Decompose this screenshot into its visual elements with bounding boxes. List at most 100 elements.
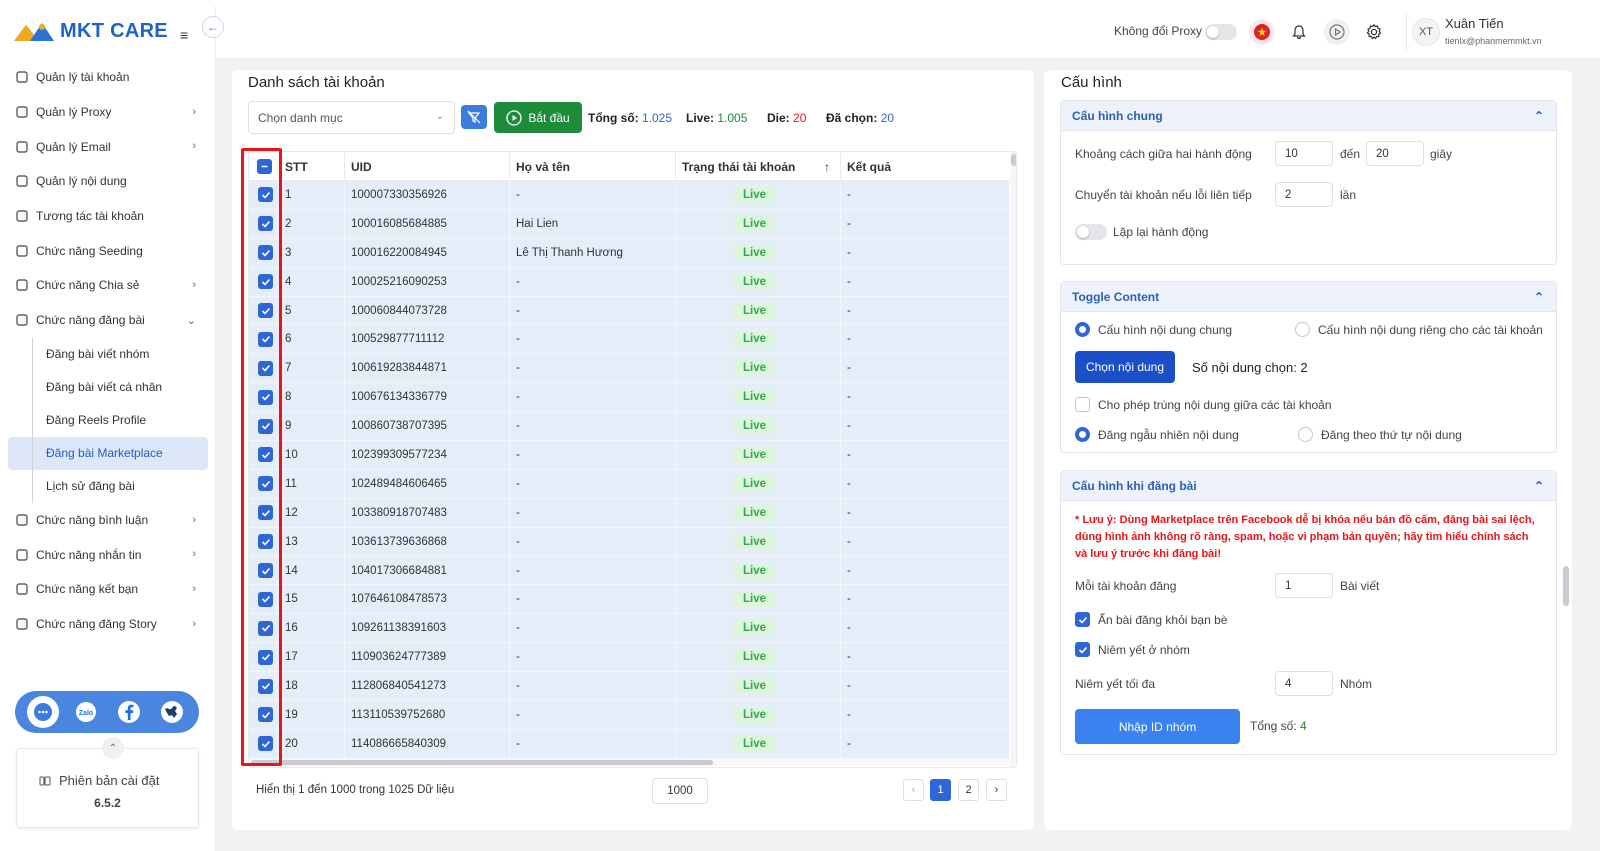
horizontal-scrollbar-thumb[interactable] <box>251 760 713 765</box>
table-row[interactable]: 13 103613739636868- Live - <box>249 527 1009 557</box>
table-row[interactable]: 2 100016085684885 Hai Lien Live - <box>249 209 1009 239</box>
general-config-header[interactable]: Cấu hình chung ⌃ <box>1061 101 1556 131</box>
collapse-sidebar-icon[interactable]: ← <box>202 16 224 38</box>
stat-selected: Đã chọn: 20 <box>826 111 895 125</box>
page-scrollbar-thumb[interactable] <box>1563 566 1569 606</box>
page-size-select[interactable]: 1000 <box>652 778 708 804</box>
avatar[interactable]: XT <box>1412 18 1440 46</box>
settings-gear-icon[interactable] <box>1361 19 1387 45</box>
column-status[interactable]: Trạng thái tài khoản ↑ <box>676 152 841 181</box>
sidebar-subitem[interactable]: Đăng Reels Profile <box>0 403 216 437</box>
table-row[interactable]: 12 103380918707483- Live - <box>249 498 1009 528</box>
sidebar-item[interactable]: Chức năng bình luận › <box>0 503 216 538</box>
delay-to-input[interactable]: 20 <box>1366 141 1424 166</box>
table-row[interactable]: 4 100025216090253- Live - <box>249 267 1009 297</box>
proxy-toggle[interactable] <box>1205 24 1237 40</box>
facebook-icon[interactable] <box>113 696 145 728</box>
next-page-button[interactable]: › <box>986 779 1007 801</box>
table-row[interactable]: 14 104017306684881- Live - <box>249 556 1009 586</box>
vertical-scrollbar-thumb[interactable] <box>1011 154 1016 166</box>
sidebar-item[interactable]: Quản lý Email › <box>0 129 216 164</box>
zalo-icon[interactable]: Zalo <box>70 696 102 728</box>
hide-from-friends-checkbox[interactable] <box>1075 612 1090 627</box>
globe-icon[interactable] <box>156 696 188 728</box>
sidebar-item[interactable]: Chức năng Seeding <box>0 233 216 268</box>
chevron-up-icon[interactable]: ⌃ <box>1534 479 1544 493</box>
table-row[interactable]: 3 100016220084945 Lê Thị Thanh Hương Live - <box>249 238 1009 268</box>
allow-duplicate-checkbox[interactable] <box>1075 397 1090 412</box>
sidebar-subitem[interactable]: Lịch sử đăng bài <box>0 469 216 503</box>
sort-arrow-icon[interactable]: ↑ <box>824 160 830 174</box>
repeat-toggle[interactable] <box>1075 224 1107 240</box>
table-row[interactable]: 19 113110539752680- Live - <box>249 701 1009 730</box>
delay-from-input[interactable]: 10 <box>1275 141 1333 166</box>
sidebar-subitem[interactable]: Đăng bài viết nhóm <box>0 337 216 371</box>
vertical-scrollbar[interactable] <box>1010 152 1016 767</box>
horizontal-scrollbar[interactable] <box>249 758 1009 766</box>
table-row[interactable]: 9 100860738707395- Live - <box>249 412 1009 442</box>
sidebar-subitem[interactable]: Đăng bài Marketplace <box>8 436 208 470</box>
import-group-ids-button[interactable]: Nhập ID nhóm <box>1075 709 1240 744</box>
cell-result: - <box>847 246 851 259</box>
chevron-up-icon[interactable]: ⌃ <box>1534 290 1544 304</box>
bell-icon[interactable] <box>1286 19 1312 45</box>
table-row[interactable]: 15 107646108478573- Live - <box>249 585 1009 615</box>
table-row[interactable]: 8 100676134336779- Live - <box>249 383 1009 413</box>
prev-page-button[interactable]: ‹ <box>903 779 924 801</box>
switch-account-input[interactable]: 2 <box>1275 182 1333 207</box>
chevron-up-icon[interactable]: ⌃ <box>102 737 124 759</box>
toggle-content-header[interactable]: Toggle Content ⌃ <box>1061 282 1556 312</box>
support-icon[interactable] <box>26 696 59 728</box>
sidebar-item[interactable]: Chức năng nhắn tin › <box>0 537 216 572</box>
column-result[interactable]: Kết quả <box>841 152 1009 181</box>
sidebar-item[interactable]: Quản lý tài khoản <box>0 60 216 95</box>
table-row[interactable]: 10 102399309577234- Live - <box>249 441 1009 470</box>
status-badge: Live <box>733 215 777 232</box>
table-row[interactable]: 16 109261138391603- Live - <box>249 614 1009 644</box>
sidebar-item[interactable]: Chức năng đăng bài ⌄ <box>0 303 216 338</box>
sidebar-item[interactable]: Chức năng Chia sẻ › <box>0 268 216 303</box>
common-content-radio[interactable] <box>1075 322 1090 337</box>
sidebar-item[interactable]: Quản lý nội dung <box>0 164 216 199</box>
column-name[interactable]: Họ và tên <box>510 152 676 181</box>
column-stt[interactable]: STT <box>280 152 345 181</box>
random-content-radio[interactable] <box>1075 427 1090 442</box>
app-logo[interactable]: MKT CARE <box>12 20 168 43</box>
sidebar-item[interactable]: Tương tác tài khoản <box>0 199 216 234</box>
sidebar-subitem[interactable]: Đăng bài viết cá nhân <box>0 370 216 404</box>
column-uid[interactable]: UID <box>345 152 510 181</box>
user-name[interactable]: Xuân Tiến <box>1445 16 1504 31</box>
start-button[interactable]: Bắt đầu <box>494 102 582 133</box>
sidebar-item[interactable]: Chức năng đăng Story › <box>0 607 216 642</box>
page-1-button[interactable]: 1 <box>930 779 951 801</box>
max-groups-input[interactable]: 4 <box>1275 671 1333 696</box>
cell-result: - <box>847 593 851 606</box>
hamburger-icon[interactable]: ≡ <box>180 27 188 43</box>
pagination-info: Hiển thị 1 đến 1000 trong 1025 Dữ liệu <box>256 784 455 796</box>
private-content-radio[interactable] <box>1295 322 1310 337</box>
vietnam-flag-icon[interactable] <box>1249 19 1275 45</box>
posting-config-header[interactable]: Cấu hình khi đăng bài ⌃ <box>1061 471 1556 501</box>
table-row[interactable]: 6 100529877711112- Live - <box>249 325 1009 355</box>
table-row[interactable]: 17 110903624777389- Live - <box>249 643 1009 673</box>
page-2-button[interactable]: 2 <box>958 779 979 801</box>
table-row[interactable]: 18 112806840541273- Live - <box>249 672 1009 702</box>
sidebar-item[interactable]: Chức năng kết bạn › <box>0 572 216 607</box>
choose-content-button[interactable]: Chọn nội dung <box>1075 351 1175 383</box>
chevron-up-icon[interactable]: ⌃ <box>1534 109 1544 123</box>
table-row[interactable]: 11 102489484606465- Live - <box>249 469 1009 499</box>
table-row[interactable]: 5 100060844073728- Live - <box>249 296 1009 326</box>
sidebar-item[interactable]: Quản lý Proxy › <box>0 95 216 130</box>
category-select[interactable]: Chọn danh mục ⌄ <box>248 101 455 134</box>
cell-status: Live <box>676 325 841 354</box>
table-row[interactable]: 20 114086665840309- Live - <box>249 729 1009 759</box>
group-total: Tổng số: 4 <box>1250 719 1307 733</box>
play-icon[interactable] <box>1324 19 1350 45</box>
cell-name: - <box>510 181 676 209</box>
filter-off-button[interactable] <box>461 105 487 129</box>
table-row[interactable]: 7 100619283844871- Live - <box>249 354 1009 384</box>
per-account-input[interactable]: 1 <box>1275 573 1333 598</box>
list-in-groups-checkbox[interactable] <box>1075 642 1090 657</box>
table-row[interactable]: 1 100007330356926- Live - <box>249 181 1009 210</box>
ordered-content-radio[interactable] <box>1298 427 1313 442</box>
